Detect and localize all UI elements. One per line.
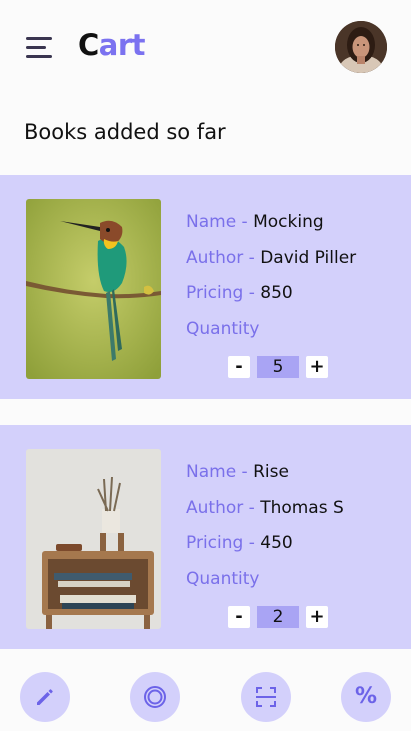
decrease-quantity-button[interactable]: - <box>228 606 250 628</box>
book-name-row: Name - Mocking <box>186 210 401 246</box>
page-title: Cart <box>78 28 146 62</box>
author-label: Author - <box>186 497 261 518</box>
section-title: Books added so far <box>24 120 226 144</box>
hamburger-menu-icon[interactable] <box>26 35 54 61</box>
quantity-row: Quantity <box>186 567 401 603</box>
cart-item-card: Name - Mocking Author - David Piller Pri… <box>0 175 411 399</box>
target-circle-icon <box>144 686 166 708</box>
book-name-row: Name - Rise <box>186 460 401 496</box>
name-label: Name - <box>186 462 254 482</box>
book-price: 850 <box>260 283 293 303</box>
book-cover-image <box>26 199 161 379</box>
book-cover-image <box>26 449 161 629</box>
quantity-value: 2 <box>257 606 299 628</box>
book-pricing-row: Pricing - 450 <box>186 531 401 567</box>
app-header: Cart <box>0 0 411 95</box>
cart-item-details: Name - Rise Author - Thomas S Pricing - … <box>186 460 401 602</box>
cart-item-details: Name - Mocking Author - David Piller Pri… <box>186 210 401 352</box>
target-button[interactable] <box>130 672 180 722</box>
pricing-label: Pricing - <box>186 533 261 553</box>
quantity-row: Quantity <box>186 317 401 353</box>
book-author-row: Author - Thomas S <box>186 496 401 532</box>
quantity-label: Quantity <box>186 568 260 589</box>
scan-frame-icon <box>256 687 276 707</box>
book-name: Rise <box>253 462 289 482</box>
bottom-navigation: % <box>0 661 411 731</box>
book-author: David Piller <box>260 247 357 268</box>
quantity-stepper: - 2 + <box>228 606 328 628</box>
percent-icon: % <box>354 684 378 709</box>
cart-item-card: Name - Rise Author - Thomas S Pricing - … <box>0 425 411 649</box>
increase-quantity-button[interactable]: + <box>306 356 328 378</box>
book-author: Thomas S <box>260 497 344 518</box>
page-title-rest: art <box>98 28 146 62</box>
quantity-stepper: - 5 + <box>228 356 328 378</box>
pencil-edit-icon <box>37 689 53 705</box>
decrease-quantity-button[interactable]: - <box>228 356 250 378</box>
increase-quantity-button[interactable]: + <box>306 606 328 628</box>
book-name: Mocking <box>253 212 324 232</box>
book-pricing-row: Pricing - 850 <box>186 281 401 317</box>
discount-button[interactable]: % <box>341 672 391 722</box>
page-title-first-letter: C <box>78 28 99 62</box>
book-author-row: Author - David Piller <box>186 246 401 282</box>
name-label: Name - <box>186 212 254 232</box>
pricing-label: Pricing - <box>186 283 261 303</box>
book-price: 450 <box>260 533 293 553</box>
quantity-value: 5 <box>257 356 299 378</box>
avatar[interactable] <box>335 21 387 73</box>
scan-button[interactable] <box>241 672 291 722</box>
quantity-label: Quantity <box>186 318 260 339</box>
author-label: Author - <box>186 247 261 268</box>
edit-button[interactable] <box>20 672 70 722</box>
